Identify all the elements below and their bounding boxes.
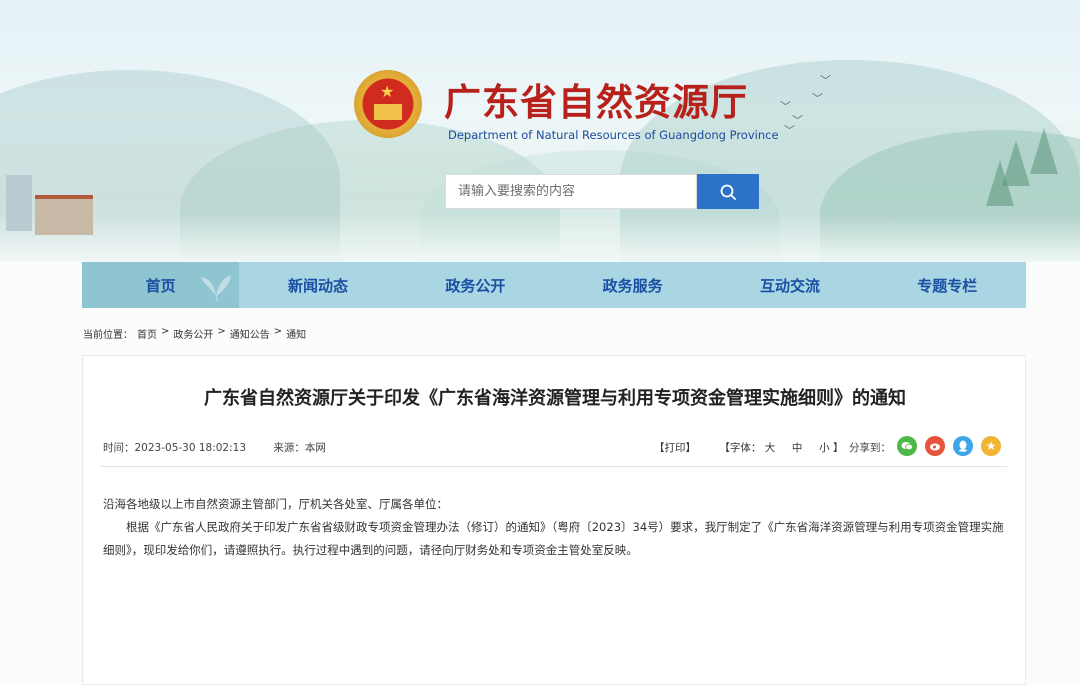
search-button[interactable] <box>697 174 759 209</box>
water-decoration <box>0 215 1080 262</box>
building-decoration <box>6 175 32 231</box>
font-size-close: 】 <box>832 442 844 454</box>
nav-item-interaction[interactable]: 互动交流 <box>711 262 868 308</box>
breadcrumb-prefix: 当前位置： <box>83 330 133 341</box>
main-nav: 首页 新闻动态 政务公开 政务服务 互动交流 专题专栏 <box>82 262 1026 308</box>
site-title[interactable]: 广东省自然资源厅 <box>444 72 748 126</box>
article-panel: 广东省自然资源厅关于印发《广东省海洋资源管理与利用专项资金管理实施细则》的通知 … <box>82 355 1026 685</box>
share-label: 分享到： <box>849 442 891 454</box>
breadcrumb: 当前位置： 首页 > 政务公开 > 通知公告 > 通知 <box>83 326 306 341</box>
search-bar <box>445 174 759 209</box>
nav-item-news[interactable]: 新闻动态 <box>239 262 396 308</box>
weibo-icon[interactable] <box>925 436 945 456</box>
article-meta: 时间：2023-05-30 18:02:13 来源：本网 <box>103 440 350 455</box>
breadcrumb-separator: > <box>161 326 170 337</box>
meta-divider <box>101 466 1007 467</box>
building-decoration <box>35 195 93 235</box>
breadcrumb-separator: > <box>273 326 283 337</box>
breadcrumb-link-government-affairs[interactable]: 政务公开 <box>173 326 213 341</box>
search-input[interactable] <box>445 174 697 209</box>
article-tools: 【打印】 【字体： 大 中 小 】 <box>654 440 843 455</box>
breadcrumb-separator: > <box>217 326 226 337</box>
font-size-label: 【字体： <box>719 442 762 454</box>
breadcrumb-link-home[interactable]: 首页 <box>137 326 157 341</box>
qq-icon[interactable] <box>953 436 973 456</box>
bird-icon: ﹀ <box>780 100 791 113</box>
bird-icon: ﹀ <box>820 74 831 87</box>
font-small-button[interactable]: 小 <box>819 442 830 454</box>
wechat-icon[interactable] <box>897 436 917 456</box>
article-paragraph: 根据《广东省人民政府关于印发广东省省级财政专项资金管理办法（修订）的通知》（粤府… <box>103 520 1004 557</box>
nav-item-home[interactable]: 首页 <box>82 262 240 308</box>
national-emblem-icon: ★ <box>354 70 424 144</box>
print-button[interactable]: 【打印】 <box>654 442 696 454</box>
flower-decoration-icon <box>201 275 232 302</box>
tree-decoration <box>1030 128 1058 174</box>
nav-item-special-topics[interactable]: 专题专栏 <box>869 262 1026 308</box>
header-banner: ﹀ ﹀ ﹀ ﹀ ﹀ ★ 广东省自然资源厅 Department of Natur… <box>0 0 1080 262</box>
tree-decoration <box>986 160 1014 206</box>
font-medium-button[interactable]: 中 <box>792 442 803 454</box>
article-body: 沿海各地级以上市自然资源主管部门，厅机关各处室、厅属各单位： 根据《广东省人民政… <box>103 493 1007 562</box>
article-title: 广东省自然资源厅关于印发《广东省海洋资源管理与利用专项资金管理实施细则》的通知 <box>204 388 906 409</box>
article-source: 来源：本网 <box>273 442 326 454</box>
bird-icon: ﹀ <box>812 92 823 105</box>
article-paragraph: 沿海各地级以上市自然资源主管部门，厅机关各处室、厅属各单位： <box>103 497 448 511</box>
nav-item-government-affairs[interactable]: 政务公开 <box>397 262 554 308</box>
nav-item-government-services[interactable]: 政务服务 <box>554 262 711 308</box>
bird-icon: ﹀ <box>784 124 795 137</box>
search-icon <box>720 184 736 200</box>
site-subtitle: Department of Natural Resources of Guang… <box>448 128 779 142</box>
font-large-button[interactable]: 大 <box>765 442 776 454</box>
qzone-icon[interactable]: ★ <box>981 436 1001 456</box>
breadcrumb-link-notice[interactable]: 通知 <box>286 326 306 341</box>
publish-time: 时间：2023-05-30 18:02:13 <box>103 442 247 454</box>
breadcrumb-link-announcements[interactable]: 通知公告 <box>230 326 270 341</box>
